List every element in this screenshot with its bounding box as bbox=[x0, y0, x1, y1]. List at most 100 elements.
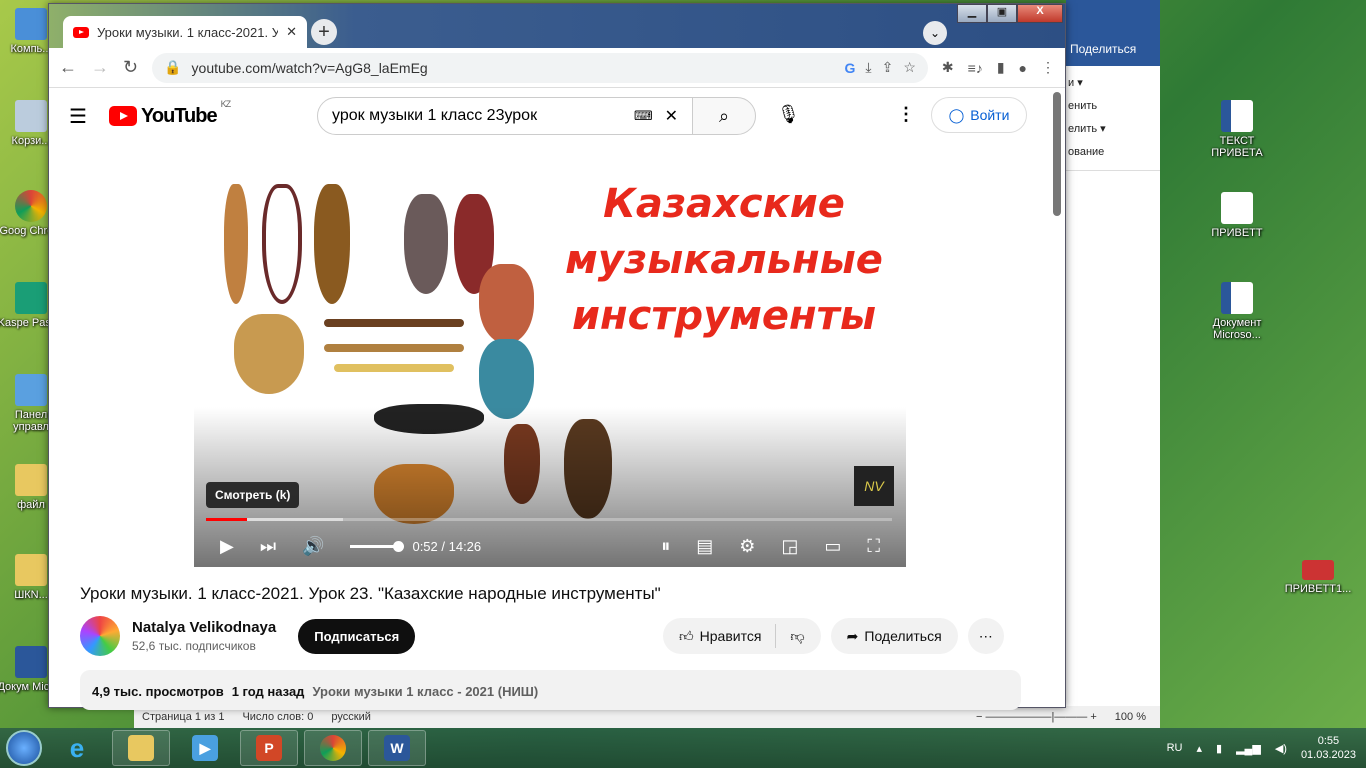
ribbon-item[interactable]: и ▾ bbox=[1068, 72, 1158, 95]
taskbar-word[interactable]: W bbox=[368, 730, 426, 766]
next-icon[interactable]: ⏭ bbox=[260, 536, 276, 557]
share-icon[interactable]: ⇪ bbox=[882, 59, 894, 76]
desktop-icon-privett1[interactable]: ПРИВЕТТ1... bbox=[1278, 560, 1358, 595]
theater-mode-icon[interactable]: ▭ bbox=[824, 536, 841, 557]
chrome-window: Уроки музыки. 1 класс-2021. Уро ✕ + ⌄ ▁ ▣ X… bbox=[48, 3, 1066, 710]
browser-tab[interactable]: Уроки музыки. 1 класс-2021. Уро ✕ bbox=[63, 16, 307, 48]
subtitles-icon[interactable]: ▤ bbox=[696, 536, 713, 557]
back-icon[interactable]: ← bbox=[59, 57, 77, 78]
word-ribbon: и ▾ енить елить ▾ ование bbox=[1066, 66, 1160, 171]
zoom-slider[interactable]: − ——————|——— + bbox=[976, 711, 1097, 723]
desktop-icon-text-privet[interactable]: ТЕКСТ ПРИВЕТА bbox=[1202, 100, 1272, 159]
bookmark-star-icon[interactable]: ☆ bbox=[903, 59, 916, 76]
language-indicator[interactable]: RU bbox=[1167, 742, 1183, 754]
dislike-button[interactable]: 👎︎ bbox=[790, 628, 804, 645]
autoplay-toggle[interactable]: ⏸︎ bbox=[661, 536, 670, 557]
progress-bar[interactable] bbox=[206, 518, 892, 521]
taskbar-ie[interactable]: e bbox=[48, 730, 106, 766]
taskbar-media-player[interactable]: ▶ bbox=[176, 730, 234, 766]
show-hidden-icons[interactable]: ▴ bbox=[1197, 742, 1203, 755]
install-icon[interactable]: ⤓ bbox=[865, 59, 871, 76]
like-button[interactable]: 👍︎ Нравится 👎︎ bbox=[663, 618, 821, 654]
desktop-icon-privett-mp3[interactable]: ПРИВЕТТ bbox=[1202, 192, 1272, 239]
language[interactable]: русский bbox=[331, 711, 370, 723]
search-button[interactable]: ⌕ bbox=[692, 97, 756, 135]
media-control-icon[interactable]: ≡♪ bbox=[968, 60, 983, 76]
network-icon[interactable]: ▂▄▆ bbox=[1236, 742, 1261, 755]
forward-icon[interactable]: → bbox=[91, 57, 109, 78]
time-display: 0:52 / 14:26 bbox=[412, 538, 482, 554]
kobyz-image bbox=[262, 184, 302, 304]
youtube-logo[interactable]: YouTube KZ bbox=[109, 99, 231, 128]
lock-icon: 🔒 bbox=[164, 59, 182, 75]
minimize-button[interactable]: ▁ bbox=[957, 4, 987, 23]
settings-gear-icon[interactable]: ⚙ bbox=[739, 536, 755, 557]
instrument-image bbox=[404, 194, 448, 294]
play-icon[interactable]: ▶ bbox=[220, 536, 234, 557]
chrome-menu-icon[interactable]: ⋮ bbox=[1041, 59, 1055, 76]
description-box[interactable]: 4,9 тыс. просмотров 1 год назад Уроки му… bbox=[80, 670, 1021, 710]
menu-icon[interactable]: ☰ bbox=[69, 104, 109, 129]
video-player[interactable]: Казахские музыкальные инструменты Смотре… bbox=[194, 164, 906, 567]
flute-image bbox=[324, 344, 464, 352]
scrollbar[interactable] bbox=[1053, 92, 1061, 216]
ribbon-item[interactable]: елить ▾ bbox=[1068, 118, 1158, 141]
desktop-icon-word-doc-2[interactable]: Документ Microso... bbox=[1202, 282, 1272, 341]
search-input[interactable]: урок музыки 1 класс 23урок ⌨ ✕ bbox=[317, 97, 693, 135]
close-button[interactable]: X bbox=[1017, 4, 1063, 23]
instrument-image bbox=[314, 184, 350, 304]
taskbar-powerpoint[interactable]: P bbox=[240, 730, 298, 766]
playlist-link[interactable]: Уроки музыки 1 класс - 2021 (НИШ) bbox=[312, 684, 538, 699]
drum-image bbox=[234, 314, 304, 394]
taskbar-explorer[interactable] bbox=[112, 730, 170, 766]
microphone-icon[interactable]: 🎙 bbox=[777, 104, 800, 125]
clear-search-icon[interactable]: ✕ bbox=[665, 106, 678, 126]
channel-name[interactable]: Natalya Velikodnaya bbox=[132, 619, 276, 636]
subscriber-count: 52,6 тыс. подписчиков bbox=[132, 639, 256, 653]
video-overlay-title: Казахские музыкальные инструменты bbox=[565, 181, 883, 339]
upload-date: 1 год назад bbox=[231, 684, 305, 699]
miniplayer-icon[interactable]: ◲ bbox=[781, 536, 798, 557]
clock[interactable]: 0:55 01.03.2023 bbox=[1301, 734, 1356, 762]
youtube-favicon-icon bbox=[73, 26, 89, 38]
user-icon: ◯ bbox=[948, 106, 965, 123]
fullscreen-icon[interactable]: ⛶ bbox=[867, 536, 880, 557]
video-title: Уроки музыки. 1 класс-2021. Урок 23. "Ка… bbox=[80, 584, 661, 603]
sign-in-button[interactable]: ◯ Войти bbox=[931, 97, 1027, 133]
extensions-icon[interactable]: ✱ bbox=[942, 59, 954, 76]
taskbar-chrome[interactable] bbox=[304, 730, 362, 766]
taskbar: e ▶ P W RU ▴ ▮ ▂▄▆ ◀) 0:55 01.03.2023 bbox=[0, 728, 1366, 768]
close-tab-icon[interactable]: ✕ bbox=[286, 24, 297, 40]
power-icon[interactable]: ▮ bbox=[1216, 742, 1222, 755]
new-tab-button[interactable]: + bbox=[311, 19, 337, 45]
zoom-level[interactable]: 100 % bbox=[1115, 711, 1146, 723]
keyboard-icon[interactable]: ⌨ bbox=[634, 108, 653, 124]
word-share-button[interactable]: Поделиться bbox=[1070, 42, 1136, 56]
google-icon[interactable]: G bbox=[845, 60, 856, 76]
reload-icon[interactable]: ↻ bbox=[123, 57, 138, 78]
subscribe-button[interactable]: Подписаться bbox=[298, 618, 416, 654]
channel-avatar[interactable] bbox=[80, 616, 120, 656]
flute-image bbox=[334, 364, 454, 372]
share-arrow-icon: ➦ bbox=[846, 627, 859, 644]
channel-watermark[interactable]: NV bbox=[854, 466, 894, 506]
tab-search-button[interactable]: ⌄ bbox=[923, 21, 947, 45]
volume-icon[interactable]: 🔊 bbox=[302, 536, 324, 557]
ribbon-item[interactable]: ование bbox=[1068, 141, 1158, 164]
share-button[interactable]: ➦ Поделиться bbox=[830, 618, 958, 654]
side-panel-icon[interactable]: ▮ bbox=[997, 59, 1005, 76]
more-actions-button[interactable]: ⋯ bbox=[967, 618, 1004, 654]
ribbon-item[interactable]: енить bbox=[1068, 95, 1158, 118]
maximize-button[interactable]: ▣ bbox=[987, 4, 1017, 23]
volume-tray-icon[interactable]: ◀) bbox=[1275, 742, 1287, 755]
flute-image bbox=[324, 319, 464, 327]
ocarina-image bbox=[479, 264, 534, 344]
volume-slider[interactable] bbox=[350, 540, 405, 552]
dombra-image bbox=[224, 184, 248, 304]
word-count: Число слов: 0 bbox=[242, 711, 314, 723]
profile-icon[interactable]: ● bbox=[1019, 60, 1027, 76]
settings-more-icon[interactable]: ⋮ bbox=[897, 104, 915, 125]
start-button[interactable] bbox=[6, 730, 42, 766]
page-count: Страница 1 из 1 bbox=[142, 711, 225, 723]
address-bar[interactable]: 🔒 youtube.com/watch?v=AgG8_laEmEg G ⤓ ⇪ … bbox=[152, 52, 928, 83]
